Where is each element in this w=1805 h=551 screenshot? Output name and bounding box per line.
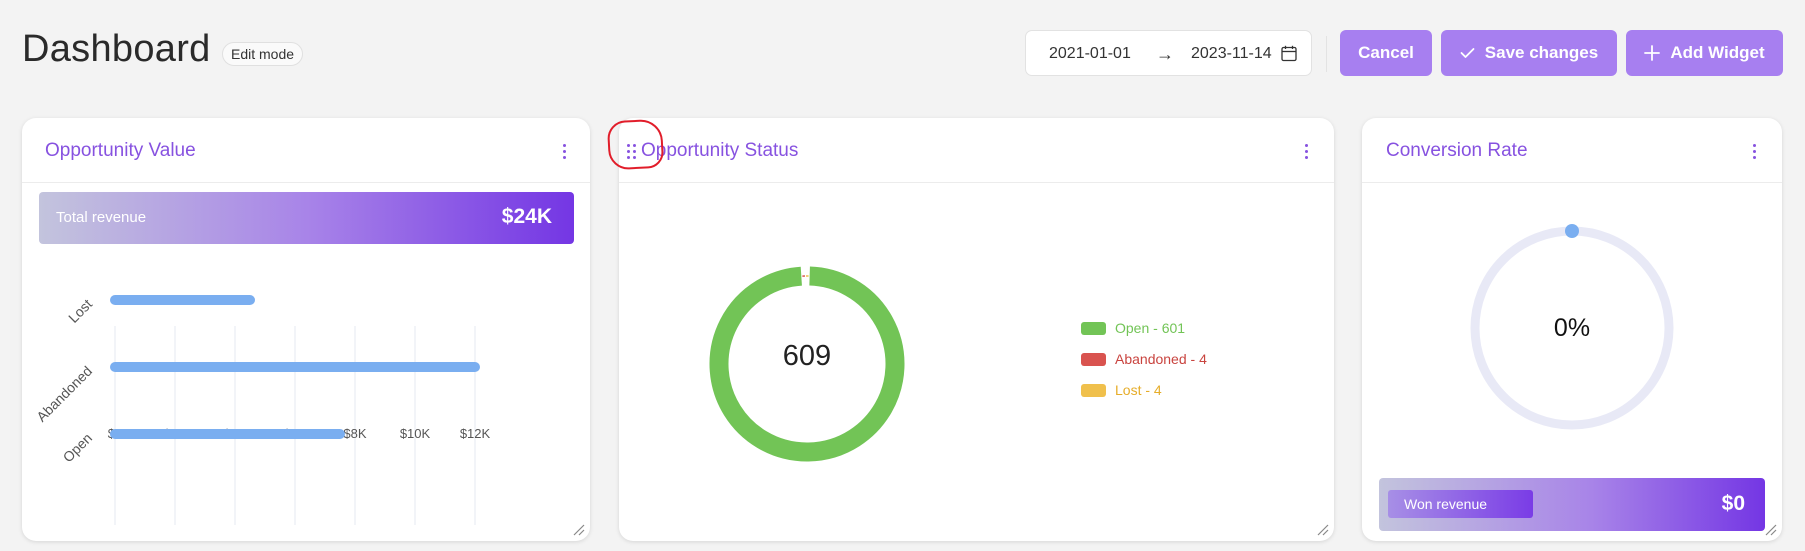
opportunity-status-widget: Opportunity Status 609 Open - 601 Abando… <box>619 118 1334 541</box>
legend-label: Lost - 4 <box>1115 382 1162 398</box>
legend-label: Open - 601 <box>1115 320 1186 336</box>
legend-item-open[interactable]: Open - 601 <box>1081 318 1185 338</box>
conversion-rate-value: 0% <box>1553 314 1591 342</box>
plus-icon <box>1644 45 1661 61</box>
toolbar-divider <box>1326 36 1327 72</box>
calendar-icon[interactable] <box>1281 45 1297 62</box>
total-revenue-label: Total revenue <box>56 209 147 226</box>
opportunity-value-bar-chart: $0$2K$4K$6K$8K$10K$12KLostAbandonedOpen <box>33 295 491 525</box>
card-divider <box>619 182 1334 183</box>
gauge-indicator <box>1565 224 1579 238</box>
opportunity-value-widget: Opportunity Value Total revenue $24K $0$… <box>22 118 590 541</box>
start-date[interactable]: 2021-01-01 <box>1049 45 1131 63</box>
more-vertical-icon[interactable] <box>560 142 570 162</box>
legend-item-lost[interactable]: Lost - 4 <box>1081 380 1162 400</box>
x-tick-label: $8K <box>343 426 366 441</box>
resize-handle-icon[interactable] <box>1763 522 1777 536</box>
add-widget-button[interactable]: Add Widget <box>1626 30 1783 76</box>
save-changes-label: Save changes <box>1484 43 1599 62</box>
card-divider <box>22 182 590 183</box>
arrow-right-icon: → <box>1156 44 1174 64</box>
end-date[interactable]: 2023-11-14 <box>1191 45 1272 63</box>
resize-handle-icon[interactable] <box>1315 522 1329 536</box>
total-revenue-value: $24K <box>501 205 552 228</box>
y-tick-label: Open <box>60 430 96 466</box>
y-tick-label: Lost <box>65 296 95 326</box>
legend-label: Abandoned - 4 <box>1115 351 1207 367</box>
total-revenue-banner: Total revenue $24K <box>39 192 574 244</box>
annotation-highlight <box>606 118 665 171</box>
won-revenue-label: Won revenue <box>1404 496 1488 512</box>
more-vertical-icon[interactable] <box>1302 142 1312 162</box>
y-tick-label: Abandoned <box>33 363 95 425</box>
won-revenue-value: $0 <box>1721 492 1745 515</box>
widget-title: Opportunity Value <box>45 140 196 161</box>
save-changes-button[interactable]: Save changes <box>1441 30 1617 76</box>
page-title: Dashboard <box>22 28 211 70</box>
date-range-picker[interactable]: 2021-01-01 → 2023-11-14 <box>1025 30 1312 76</box>
cancel-button[interactable]: Cancel <box>1340 30 1432 76</box>
cancel-label: Cancel <box>1358 43 1414 62</box>
x-tick-label: $12K <box>460 426 491 441</box>
resize-handle-icon[interactable] <box>571 522 585 536</box>
widget-title: Opportunity Status <box>641 140 799 161</box>
more-vertical-icon[interactable] <box>1750 142 1760 162</box>
edit-mode-badge: Edit mode <box>222 42 304 66</box>
x-tick-label: $10K <box>400 426 431 441</box>
add-widget-label: Add Widget <box>1670 43 1765 62</box>
top-bar: Dashboard Edit mode 2021-01-01 → 2023-11… <box>0 0 1805 100</box>
widget-title: Conversion Rate <box>1386 140 1528 161</box>
card-divider <box>1362 182 1782 183</box>
donut-total: 609 <box>782 340 832 372</box>
legend-item-abandoned[interactable]: Abandoned - 4 <box>1081 349 1207 369</box>
won-revenue-banner: Won revenue $0 <box>1379 478 1765 531</box>
check-icon <box>1460 48 1475 58</box>
conversion-rate-widget: Conversion Rate 0% Won revenue $0 <box>1362 118 1782 541</box>
